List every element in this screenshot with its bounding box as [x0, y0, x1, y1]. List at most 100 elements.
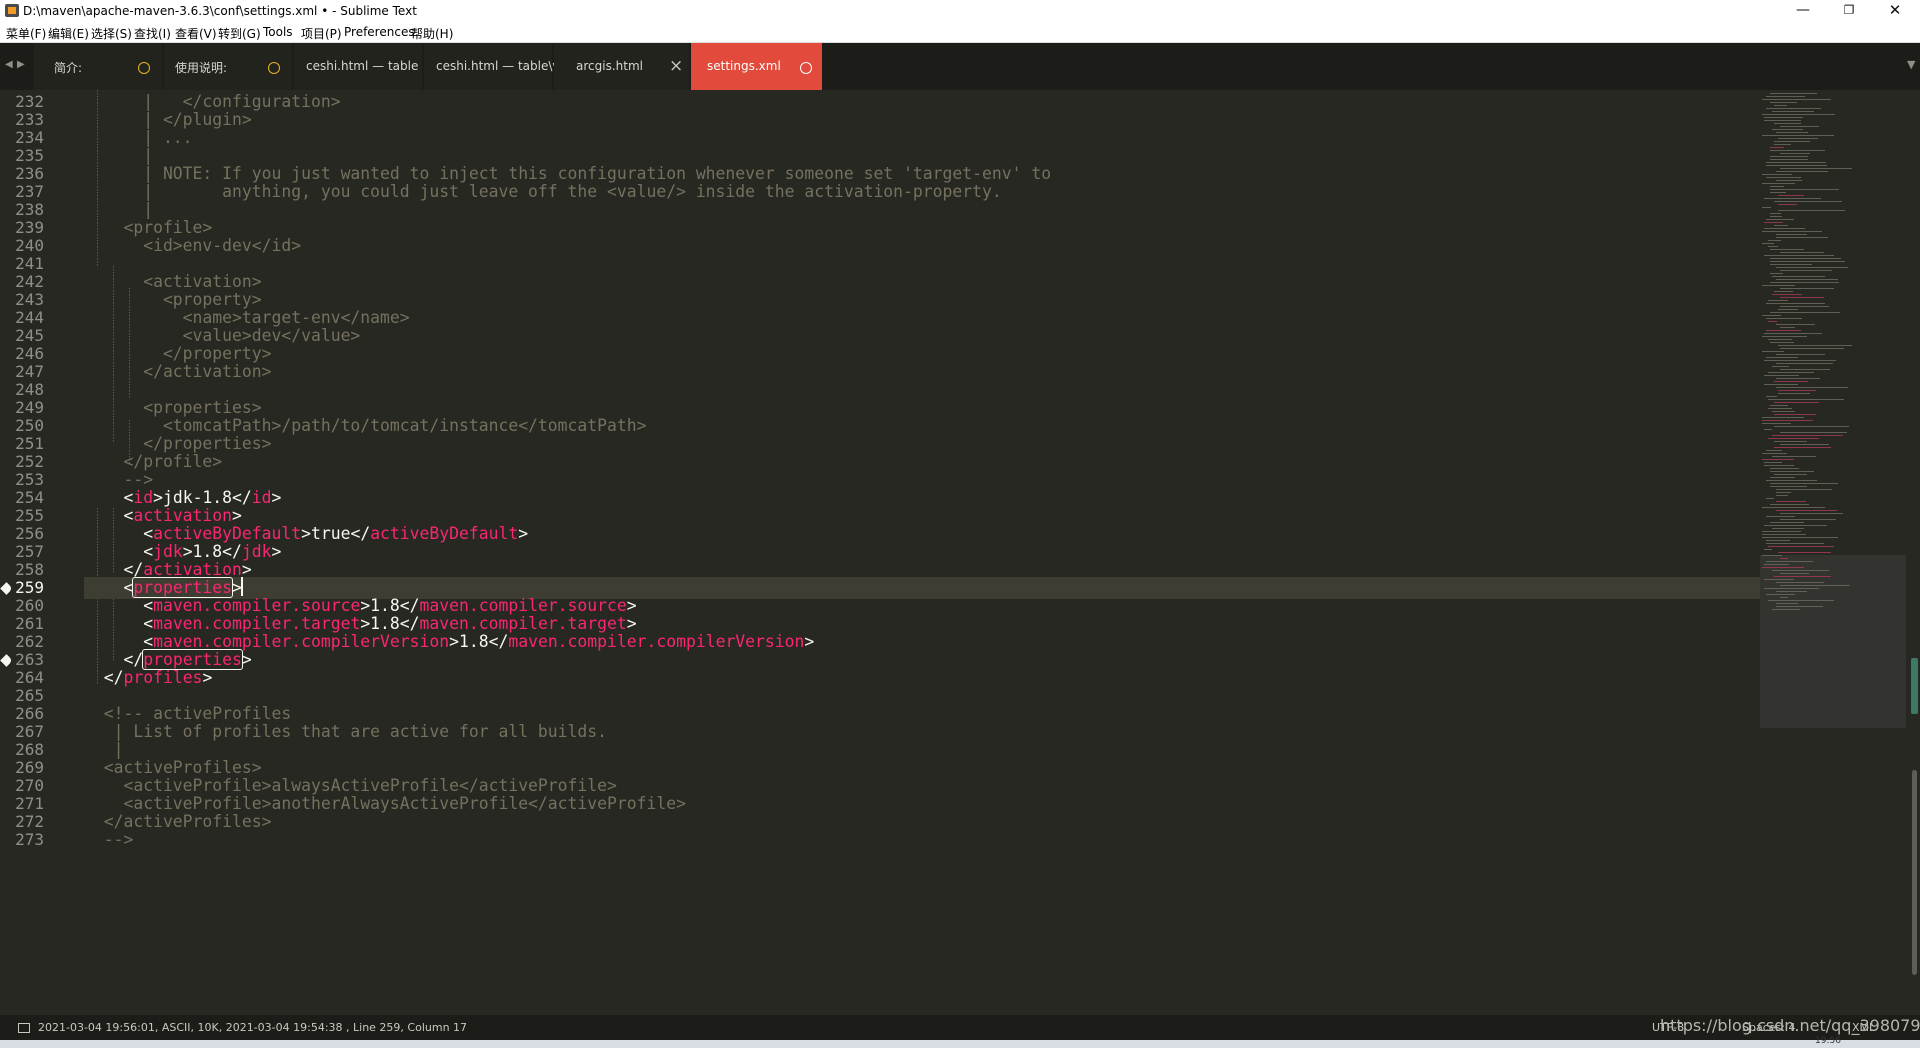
minimap-line: [1770, 150, 1825, 151]
minimap-line: [1774, 447, 1831, 448]
minimap-line: [1776, 489, 1832, 490]
minimap-line: [1780, 573, 1809, 574]
menu-edit[interactable]: 编辑(E): [48, 25, 89, 42]
menu-tools[interactable]: Tools: [263, 25, 293, 39]
minimap-line: [1766, 540, 1790, 541]
minimize-button[interactable]: —: [1780, 0, 1826, 22]
menu-goto[interactable]: 转到(G): [218, 25, 261, 42]
minimap-line: [1766, 108, 1821, 109]
taskbar-strip: 19:56: [0, 1036, 1920, 1048]
vertical-scrollbar[interactable]: [1909, 90, 1920, 1015]
tab-usage[interactable]: 使用说明:: [164, 43, 292, 90]
minimap-line: [1766, 330, 1801, 331]
tab-label: 使用说明:: [175, 61, 228, 75]
tab-ceshi-table[interactable]: ceshi.html — table: [294, 43, 422, 90]
minimap-line: [1762, 417, 1804, 418]
unsaved-dot-icon[interactable]: [800, 62, 812, 74]
code-line[interactable]: -->: [84, 829, 1760, 851]
minimap-line: [1770, 249, 1804, 250]
maximize-button[interactable]: ❐: [1826, 0, 1872, 22]
minimap-line: [1776, 363, 1833, 364]
minimap-line: [1762, 555, 1782, 556]
minimap-line: [1764, 564, 1789, 565]
minimap-line: [1774, 105, 1787, 106]
minimap-line: [1776, 132, 1808, 133]
minimap-line: [1764, 429, 1772, 430]
tab-intro[interactable]: 简介:: [34, 43, 162, 90]
minimap-line: [1770, 342, 1794, 343]
minimap-line: [1762, 243, 1774, 244]
minimap-line: [1764, 255, 1834, 256]
tab-nav-right-icon[interactable]: ▶: [17, 59, 25, 70]
menu-view[interactable]: 查看(V): [175, 25, 217, 42]
minimap-viewport[interactable]: [1760, 555, 1906, 728]
minimap-line: [1780, 432, 1847, 433]
title-bar: D:\maven\apache-maven-3.6.3\conf\setting…: [0, 0, 1920, 22]
line-number-gutter[interactable]: 232 233 234 235 236 237 238 239 240 241 242 243 244 2…: [0, 90, 58, 1015]
menu-help[interactable]: 帮助(H): [411, 25, 453, 42]
minimap-line: [1780, 297, 1824, 298]
tab-list-dropdown-icon[interactable]: ▼: [1907, 58, 1915, 71]
minimap-line: [1762, 534, 1806, 535]
minimap-line: [1778, 210, 1845, 211]
minimap-line: [1778, 552, 1831, 553]
minimap-line: [1764, 588, 1819, 589]
tab-ceshi-table-vhi[interactable]: ceshi.html — table\vhi: [424, 43, 570, 90]
minimap-line: [1772, 366, 1789, 367]
minimap-line: [1762, 453, 1787, 454]
menu-preferences[interactable]: Preferences: [344, 25, 415, 39]
minimap-line: [1764, 462, 1782, 463]
minimap-line: [1762, 336, 1807, 337]
tab-label: ceshi.html — table: [306, 59, 419, 73]
minimap-line: [1764, 579, 1794, 580]
menu-selection[interactable]: 选择(S): [91, 25, 132, 42]
close-tab-icon[interactable]: ×: [669, 56, 683, 76]
minimap-line: [1770, 468, 1799, 469]
taskbar-clock: 19:56: [1815, 1036, 1841, 1046]
menu-project[interactable]: 项目(P): [301, 25, 342, 42]
minimap-line: [1768, 372, 1814, 373]
editor-pane[interactable]: 232 233 234 235 236 237 238 239 240 241 242 243 244 2…: [0, 90, 1920, 1015]
panel-toggle-icon[interactable]: [18, 1023, 30, 1033]
minimap-line: [1766, 498, 1774, 499]
tab-arcgis[interactable]: arcgis.html ×: [554, 43, 689, 90]
minimap-line: [1768, 399, 1844, 400]
minimap-line: [1780, 597, 1788, 598]
line-number[interactable]: 273: [0, 829, 44, 851]
minimap-line: [1772, 609, 1800, 610]
minimap-line: [1776, 492, 1791, 493]
minimap-line: [1780, 327, 1795, 328]
tab-label: 简介:: [54, 61, 83, 75]
minimap-line: [1780, 519, 1836, 520]
menu-find[interactable]: 查找(I): [134, 25, 171, 42]
minimap-line: [1766, 357, 1798, 358]
minimap-line: [1768, 339, 1792, 340]
minimap-line: [1770, 189, 1839, 190]
minimap-line: [1764, 333, 1822, 334]
unsaved-dot-icon[interactable]: [138, 62, 150, 74]
minimap-line: [1762, 183, 1795, 184]
minimap-line: [1776, 378, 1820, 379]
minimap-line: [1764, 228, 1805, 229]
minimap-line: [1778, 204, 1797, 205]
menu-file[interactable]: 菜单(F): [6, 25, 46, 42]
minimap-line: [1780, 585, 1850, 586]
minimap-line: [1780, 153, 1810, 154]
minimap-line: [1776, 495, 1788, 496]
minimap-line: [1774, 291, 1793, 292]
tab-settings-xml[interactable]: settings.xml: [691, 43, 822, 90]
minimap-line: [1780, 288, 1834, 289]
minimap-line: [1764, 465, 1794, 466]
unsaved-dot-icon[interactable]: [268, 62, 280, 74]
window-title: D:\maven\apache-maven-3.6.3\conf\setting…: [23, 4, 417, 18]
minimap-line: [1768, 246, 1778, 247]
minimap-line: [1780, 168, 1852, 169]
minimap-line: [1772, 129, 1803, 130]
minimap[interactable]: [1760, 90, 1906, 1015]
tab-nav-left-icon[interactable]: ◀: [5, 59, 13, 70]
scrollbar-thumb[interactable]: [1912, 770, 1917, 975]
close-window-button[interactable]: ✕: [1872, 0, 1918, 22]
text-cursor: [240, 577, 243, 596]
comment-text: -->: [84, 830, 134, 849]
status-bar: 2021-03-04 19:56:01, ASCII, 10K, 2021-03…: [0, 1015, 1920, 1040]
